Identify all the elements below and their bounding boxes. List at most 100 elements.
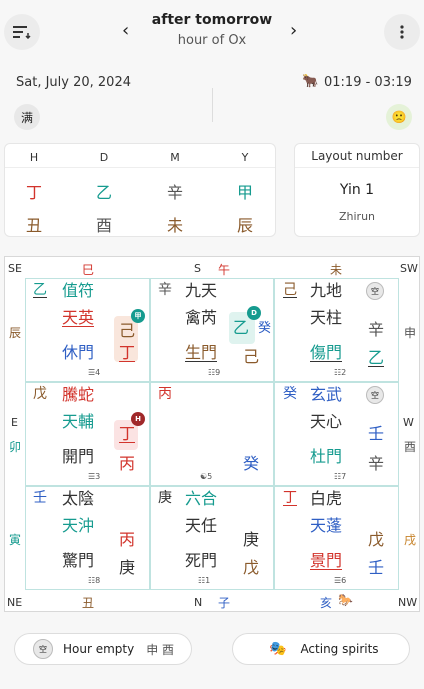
dir-e: E <box>11 416 18 429</box>
palace-heaven-stem: 辛 <box>368 320 385 339</box>
pillar-head-month: M <box>170 151 180 164</box>
palace-lo-number: ☰6 <box>334 576 347 585</box>
palace-stem: 丙 <box>158 386 172 402</box>
branch-right-bottom: 戌 <box>404 533 417 547</box>
next-icon[interactable]: › <box>290 20 297 41</box>
branch-right-top: 申 <box>404 326 417 340</box>
dir-w: W <box>403 416 414 429</box>
mood-icon[interactable]: 🙁 <box>386 104 412 130</box>
palace-earth-stem: 壬 <box>368 558 385 577</box>
palace-earth-stem: 丙 <box>119 454 136 473</box>
palace-deity: 九天 <box>185 281 218 300</box>
palace-lo-number: ☯5 <box>200 472 213 481</box>
more-button[interactable] <box>384 14 420 50</box>
branch-left-bottom: 寅 <box>9 533 22 547</box>
palace-heaven-stem: 庚 <box>243 530 260 549</box>
palace-heaven-stem: 戊 <box>368 530 385 549</box>
time-range: 01:19 - 03:19 <box>324 75 412 90</box>
palace-lo-number: ☰4 <box>88 368 101 377</box>
palace-door: 開門 <box>62 447 95 466</box>
pillar-stem-month: 辛 <box>166 183 183 202</box>
dir-s: S <box>194 262 201 275</box>
palace-earth-stem: 乙 <box>368 348 385 367</box>
palace-door: 休門 <box>62 343 95 362</box>
divider <box>212 88 213 122</box>
date-text: Sat, July 20, 2024 <box>16 75 131 90</box>
palace-door: 生門 <box>185 343 218 362</box>
empty-mark-icon: 空 <box>366 386 384 404</box>
branch-top-right: 未 <box>330 263 343 277</box>
more-vertical-icon <box>400 25 404 39</box>
palace-heaven-stem: 丙 <box>119 530 136 549</box>
palace-lo-number: ☷1 <box>198 576 211 585</box>
palace-heaven-stem: 丁 <box>119 424 136 443</box>
branch-right-mid: 酉 <box>404 440 417 454</box>
branch-top-left: 巳 <box>82 263 95 277</box>
branch-left-mid: 卯 <box>9 440 22 454</box>
pillar-branch-day: 酉 <box>95 216 112 235</box>
palace-deity: 太陰 <box>62 489 95 508</box>
palace-stem: 壬 <box>33 490 47 506</box>
pillar-head-hour: H <box>29 151 39 164</box>
palace-door: 景門 <box>310 551 343 570</box>
palace-earth-stem: 辛 <box>368 454 385 473</box>
hour-empty-label: Hour empty <box>63 642 135 656</box>
horse-icon: 🐎 <box>338 593 353 607</box>
palace-tag: 甲 <box>131 309 145 323</box>
palace-star: 天柱 <box>310 308 343 327</box>
palace-earth-stem: 丁 <box>119 343 136 362</box>
palace-star: 天任 <box>185 516 218 535</box>
palace-heaven-stem: 乙 <box>233 318 250 337</box>
menu-button[interactable] <box>4 14 40 50</box>
empty-mark-icon: 空 <box>33 639 53 659</box>
palace-earth-stem: 己 <box>243 347 260 366</box>
palace-star: 天英 <box>62 308 95 327</box>
branch-bottom-right: 亥 <box>320 596 333 610</box>
pillar-head-day: D <box>99 151 109 164</box>
palace-door: 死門 <box>185 551 218 570</box>
ox-icon: 🐂 <box>302 74 319 89</box>
palace-earth-stem: 庚 <box>119 558 136 577</box>
palace-star: 天沖 <box>62 516 95 535</box>
acting-spirits-button[interactable]: 🎭 Acting spirits <box>232 633 410 665</box>
palace-deity: 九地 <box>310 281 343 300</box>
palace-deity: 六合 <box>185 489 218 508</box>
day-officer-badge[interactable]: 满 <box>14 104 40 130</box>
palace-heaven-stem: 壬 <box>368 424 385 443</box>
palace-tag: H <box>131 412 145 426</box>
dir-nw: NW <box>398 596 418 609</box>
divider <box>5 167 275 168</box>
palace-stem: 辛 <box>158 282 172 298</box>
pillar-branch-year: 辰 <box>236 216 253 235</box>
palace-stem: 癸 <box>283 386 297 402</box>
empty-mark-icon: 空 <box>366 282 384 300</box>
hour-empty-button[interactable]: 空 Hour empty 申 酉 <box>14 633 192 665</box>
page-subtitle: hour of Ox <box>177 33 247 48</box>
palace-star: 天蓬 <box>310 516 343 535</box>
palace-extra-stem: 癸 <box>258 321 272 336</box>
palace-lo-number: ☰3 <box>88 472 101 481</box>
palace-deity: 騰蛇 <box>62 385 95 404</box>
palace-star: 禽芮 <box>185 308 218 327</box>
palace-star: 天心 <box>310 412 343 431</box>
palace-deity: 白虎 <box>310 489 343 508</box>
branch-top-mid: 午 <box>218 263 231 277</box>
mask-icon: 🎭 <box>269 641 287 657</box>
pillar-stem-year: 甲 <box>236 183 253 202</box>
prev-icon[interactable]: ‹ <box>122 20 129 41</box>
palace-lo-number: ☷7 <box>334 472 347 481</box>
dir-se: SE <box>8 262 22 275</box>
pillar-stem-hour: 丁 <box>25 183 42 202</box>
layout-name: Zhirun <box>338 210 376 223</box>
palace-lo-number: ☷2 <box>334 368 347 377</box>
palace-door: 杜門 <box>310 447 343 466</box>
acting-spirits-label: Acting spirits <box>300 642 379 656</box>
page-title: after tomorrow <box>151 12 273 28</box>
palace-lo-number: ☷8 <box>88 576 101 585</box>
palace-stem: 己 <box>283 282 297 298</box>
dir-n: N <box>194 596 203 609</box>
pillar-head-year: Y <box>241 151 249 164</box>
palace-lo-number: ☷9 <box>208 368 221 377</box>
pillar-branch-hour: 丑 <box>25 216 42 235</box>
palace-deity: 玄武 <box>310 385 343 404</box>
